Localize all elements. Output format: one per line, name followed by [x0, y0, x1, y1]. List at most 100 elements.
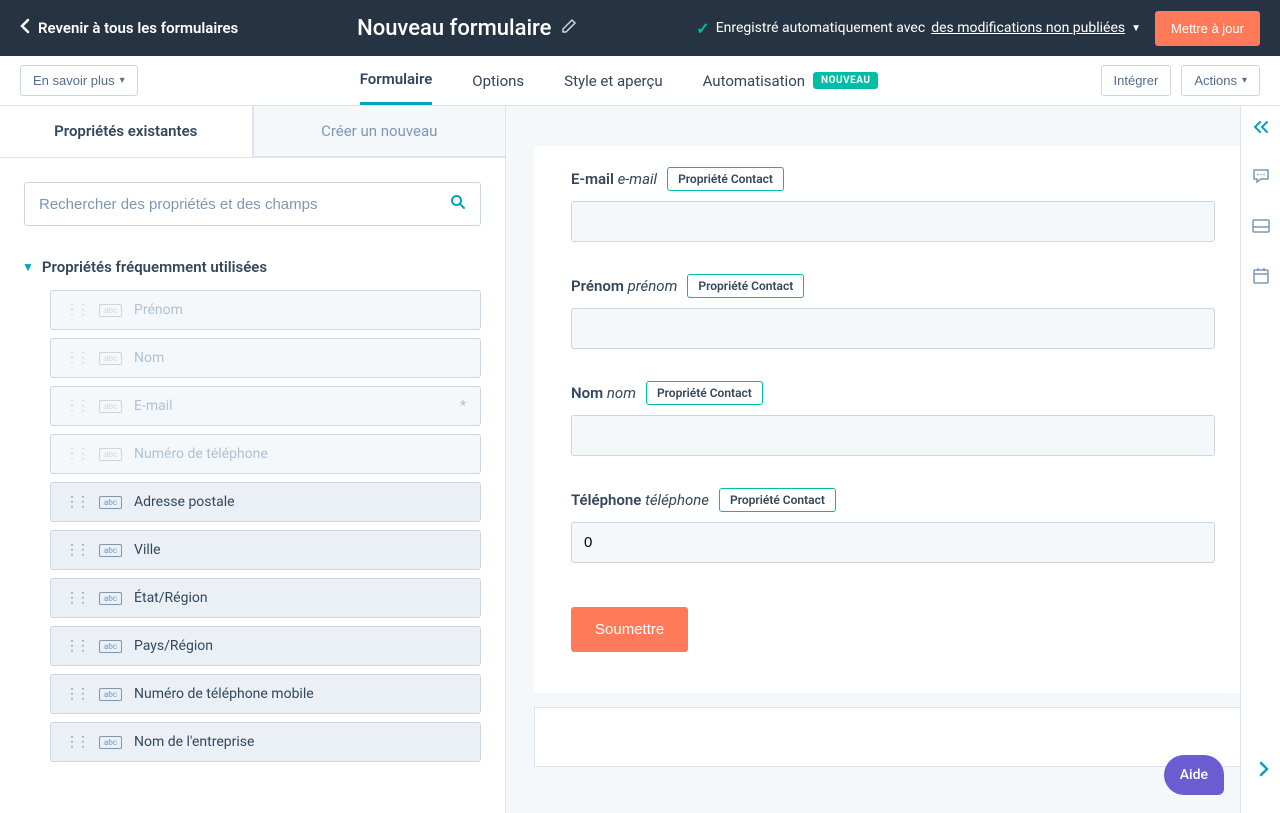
- drag-handle-icon: ⋮⋮: [65, 350, 87, 366]
- learn-more-button[interactable]: En savoir plus ▾: [20, 65, 138, 96]
- section-frequent-props[interactable]: ▼ Propriétés fréquemment utilisées: [0, 250, 505, 290]
- drag-handle-icon: ⋮⋮: [65, 302, 87, 318]
- text-field-icon: abc: [99, 304, 122, 317]
- collapse-panel-icon[interactable]: [1253, 120, 1269, 138]
- text-field-icon: abc: [99, 592, 122, 605]
- comment-icon[interactable]: [1252, 168, 1270, 188]
- form-field[interactable]: Prénom prénom Propriété Contact: [571, 274, 1215, 349]
- prop-item: ⋮⋮ abc Numéro de téléphone: [50, 434, 481, 474]
- drag-handle-icon: ⋮⋮: [65, 686, 87, 702]
- contact-property-badge: Propriété Contact: [667, 167, 784, 191]
- saved-prefix: Enregistré automatiquement avec: [716, 20, 926, 36]
- form-text-input[interactable]: [571, 415, 1215, 456]
- field-label: Téléphone téléphone: [571, 491, 709, 509]
- submit-button[interactable]: Soumettre: [571, 607, 688, 652]
- prop-label: Adresse postale: [134, 494, 235, 510]
- field-label: Nom nom: [571, 384, 636, 402]
- text-field-icon: abc: [99, 496, 122, 509]
- form-text-input[interactable]: [571, 308, 1215, 349]
- toolbar: En savoir plus ▾ Formulaire Options Styl…: [0, 56, 1280, 106]
- form-text-input[interactable]: [571, 201, 1215, 242]
- prop-item: ⋮⋮ abc Prénom: [50, 290, 481, 330]
- canvas-bottom-zone: [534, 707, 1252, 767]
- field-label: Prénom prénom: [571, 277, 677, 295]
- prop-label: E-mail: [134, 398, 173, 414]
- check-icon: ✓: [696, 19, 709, 38]
- drawer-icon[interactable]: [1252, 218, 1270, 237]
- chevron-down-icon: ▾: [1242, 75, 1247, 86]
- help-button[interactable]: Aide: [1164, 755, 1224, 795]
- prop-label: Nom: [134, 350, 164, 366]
- back-label: Revenir à tous les formulaires: [38, 19, 238, 37]
- drag-handle-icon: ⋮⋮: [65, 590, 87, 606]
- text-field-icon: abc: [99, 448, 122, 461]
- drag-handle-icon: ⋮⋮: [65, 446, 87, 462]
- subtab-create[interactable]: Créer un nouveau: [253, 106, 506, 157]
- prop-label: État/Région: [134, 590, 208, 606]
- calendar-icon[interactable]: [1252, 267, 1270, 289]
- text-field-icon: abc: [99, 544, 122, 557]
- form-field[interactable]: E-mail e-mail Propriété Contact: [571, 167, 1215, 242]
- text-field-icon: abc: [99, 640, 122, 653]
- drag-handle-icon: ⋮⋮: [65, 638, 87, 654]
- text-field-icon: abc: [99, 736, 122, 749]
- form-field[interactable]: Téléphone téléphone Propriété Contact: [571, 488, 1215, 563]
- tab-automatisation[interactable]: Automatisation NOUVEAU: [703, 56, 879, 105]
- prop-item[interactable]: ⋮⋮ abc Adresse postale: [50, 482, 481, 522]
- prop-item[interactable]: ⋮⋮abcNom de l'entreprise: [50, 722, 481, 762]
- prop-label: Prénom: [134, 302, 183, 318]
- save-status: ✓ Enregistré automatiquement avec des mo…: [696, 19, 1141, 38]
- prop-item[interactable]: ⋮⋮ abc État/Région: [50, 578, 481, 618]
- drag-handle-icon: ⋮⋮: [65, 398, 87, 414]
- search-input[interactable]: [39, 196, 450, 213]
- unpublished-link[interactable]: des modifications non publiées: [931, 20, 1125, 36]
- prop-label: Numéro de téléphone: [134, 446, 268, 462]
- main-layout: Propriétés existantes Créer un nouveau ▼…: [0, 106, 1280, 813]
- right-rail: [1240, 106, 1280, 813]
- subtab-existing[interactable]: Propriétés existantes: [0, 106, 253, 157]
- caret-down-icon: ▼: [22, 260, 34, 274]
- page-title: Nouveau formulaire: [357, 16, 551, 41]
- left-panel: Propriétés existantes Créer un nouveau ▼…: [0, 106, 506, 813]
- prop-item: ⋮⋮ abc Nom: [50, 338, 481, 378]
- search-input-wrap[interactable]: [24, 182, 481, 226]
- prop-label: Numéro de téléphone mobile: [134, 686, 314, 702]
- prop-item[interactable]: ⋮⋮ abc Pays/Région: [50, 626, 481, 666]
- app-header: Revenir à tous les formulaires Nouveau f…: [0, 0, 1280, 56]
- chevron-down-icon[interactable]: ▼: [1131, 23, 1141, 34]
- pencil-icon[interactable]: [561, 18, 577, 38]
- contact-property-badge: Propriété Contact: [719, 488, 836, 512]
- integrate-button[interactable]: Intégrer: [1101, 65, 1172, 96]
- form-text-input[interactable]: [571, 522, 1215, 563]
- new-badge: NOUVEAU: [813, 72, 878, 89]
- section-title: Propriétés fréquemment utilisées: [42, 258, 267, 276]
- chevron-right-icon[interactable]: [1258, 760, 1270, 783]
- prop-label: Ville: [134, 542, 161, 558]
- required-star: *: [460, 398, 466, 414]
- props-list: ⋮⋮ abc Prénom ⋮⋮ abc Nom ⋮⋮ abc E-mail * ⋮⋮ abc Numé…: [0, 290, 505, 813]
- drag-handle-icon: ⋮⋮: [65, 542, 87, 558]
- prop-item[interactable]: ⋮⋮ abc Ville: [50, 530, 481, 570]
- text-field-icon: abc: [99, 688, 122, 701]
- drag-handle-icon: ⋮⋮: [65, 734, 87, 750]
- chevron-down-icon: ▾: [120, 75, 125, 86]
- field-label: E-mail e-mail: [571, 170, 657, 188]
- text-field-icon: abc: [99, 400, 122, 413]
- form-field[interactable]: Nom nom Propriété Contact: [571, 381, 1215, 456]
- actions-button[interactable]: Actions ▾: [1181, 65, 1260, 96]
- update-button[interactable]: Mettre à jour: [1155, 11, 1260, 46]
- form-canvas: E-mail e-mailPropriété ContactPrénom pré…: [506, 106, 1280, 813]
- text-field-icon: abc: [99, 352, 122, 365]
- back-link[interactable]: Revenir à tous les formulaires: [20, 18, 238, 38]
- tab-style[interactable]: Style et aperçu: [564, 56, 662, 105]
- contact-property-badge: Propriété Contact: [687, 274, 804, 298]
- prop-item[interactable]: ⋮⋮ abc Numéro de téléphone mobile: [50, 674, 481, 714]
- search-icon[interactable]: [450, 194, 466, 214]
- tab-options[interactable]: Options: [472, 56, 524, 105]
- prop-item: ⋮⋮ abc E-mail *: [50, 386, 481, 426]
- actions-label: Actions: [1194, 73, 1237, 88]
- tab-formulaire[interactable]: Formulaire: [360, 56, 433, 105]
- drag-handle-icon: ⋮⋮: [65, 494, 87, 510]
- contact-property-badge: Propriété Contact: [646, 381, 763, 405]
- prop-label: Pays/Région: [134, 638, 213, 654]
